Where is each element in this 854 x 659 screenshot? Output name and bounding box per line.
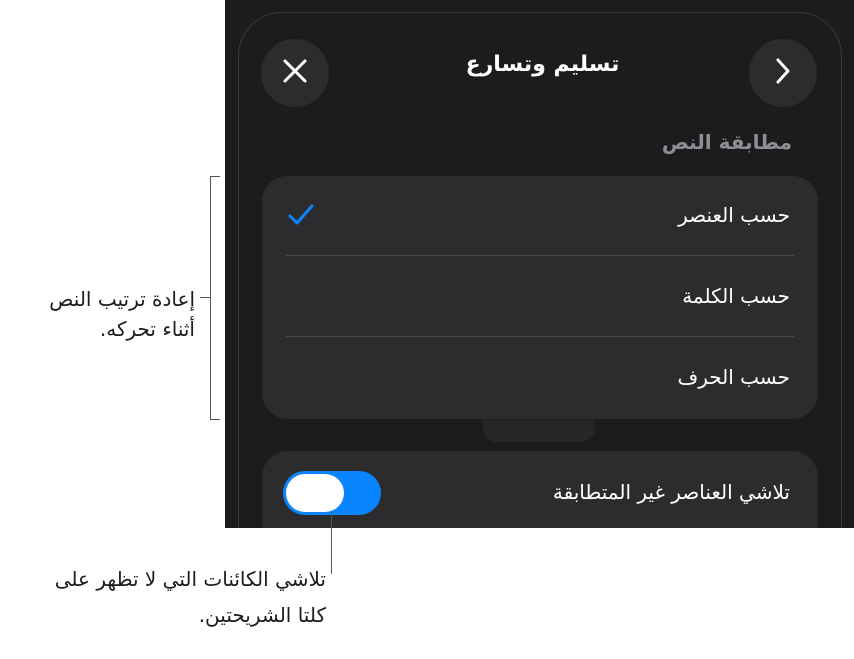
divider	[286, 255, 794, 256]
toggle-knob	[286, 474, 344, 512]
callout-line: أثناء تحركه.	[99, 317, 195, 341]
back-button[interactable]	[749, 39, 817, 107]
background-shape	[483, 420, 595, 442]
option-label: حسب العنصر	[678, 203, 790, 227]
callout-line: إعادة ترتيب النص	[49, 287, 195, 311]
callout-fade-objects: تلاشي الكائنات التي لا تظهر على كلتا الش…	[55, 561, 326, 633]
callout-leader-line	[331, 512, 332, 574]
option-by-character[interactable]: حسب الحرف	[262, 338, 818, 418]
callout-line: تلاشي الكائنات التي لا تظهر على	[54, 567, 326, 591]
section-label-text-matching: مطابقة النص	[661, 130, 792, 154]
divider	[286, 336, 794, 337]
close-icon	[282, 58, 308, 88]
motion-settings-panel: تسليم وتسارع مطابقة النص حسب العنصر حسب …	[225, 0, 854, 528]
option-label: حسب الحرف	[677, 365, 790, 389]
page-title: تسليم وتسارع	[465, 52, 620, 77]
callout-line: كلتا الشريحتين.	[198, 603, 326, 627]
option-by-object[interactable]: حسب العنصر	[262, 176, 818, 256]
callout-rearrange-text: إعادة ترتيب النص أثناء تحركه.	[49, 284, 195, 344]
text-matching-options: حسب العنصر حسب الكلمة حسب الحرف	[262, 176, 818, 419]
callout-bracket	[210, 176, 220, 420]
callout-bracket-tick	[200, 297, 210, 298]
fade-unmatched-toggle[interactable]	[283, 471, 381, 515]
chevron-right-icon	[773, 57, 793, 89]
close-button[interactable]	[261, 39, 329, 107]
option-label: حسب الكلمة	[682, 284, 790, 308]
checkmark-icon	[288, 204, 314, 230]
fade-unmatched-label: تلاشي العناصر غير المتطابقة	[552, 480, 790, 504]
fade-unmatched-row: تلاشي العناصر غير المتطابقة	[262, 451, 818, 528]
option-by-word[interactable]: حسب الكلمة	[262, 257, 818, 337]
